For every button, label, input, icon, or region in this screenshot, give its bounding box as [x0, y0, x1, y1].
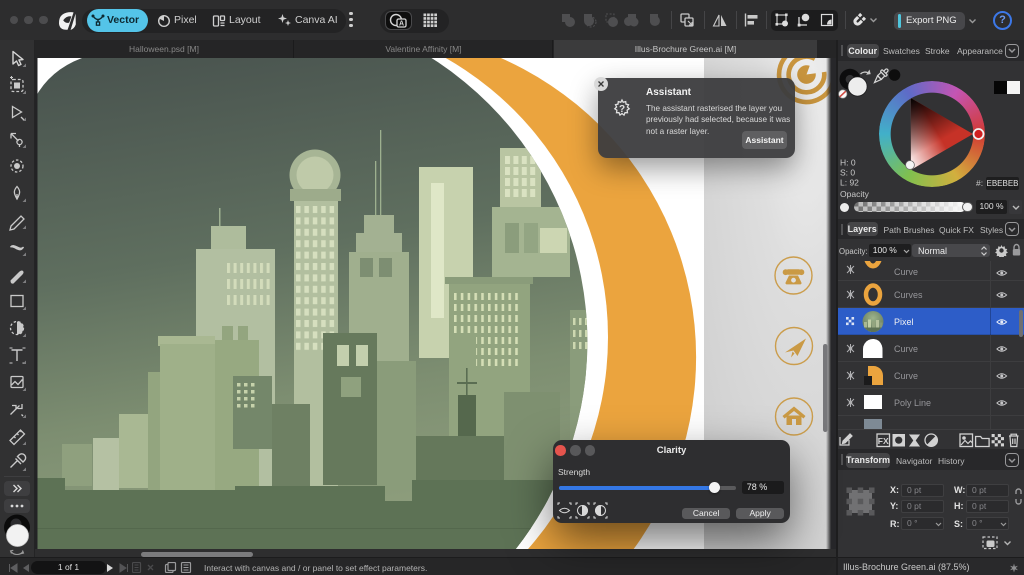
svg-text:A: A [399, 21, 404, 28]
svg-text:?: ? [619, 104, 625, 115]
svg-text:H: 0: H: 0 [840, 158, 856, 168]
svg-text:FX: FX [878, 436, 889, 446]
svg-text:S: 0: S: 0 [840, 168, 855, 178]
svg-text:L: 92: L: 92 [840, 178, 859, 188]
